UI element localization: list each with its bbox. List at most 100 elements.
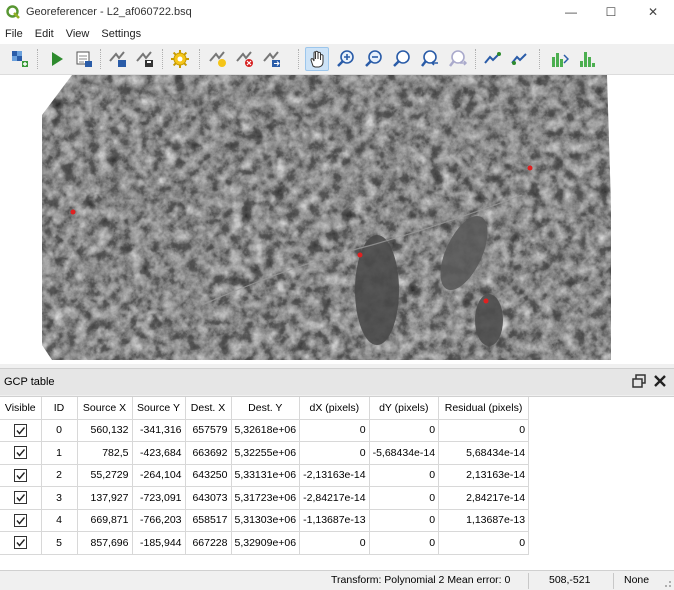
gcp-marker[interactable]: [527, 165, 533, 171]
dest-x-cell[interactable]: 663692: [185, 441, 232, 465]
visible-checkbox[interactable]: [13, 446, 27, 460]
dest-x-cell[interactable]: 657579: [185, 419, 232, 442]
gcp-marker[interactable]: [70, 209, 76, 215]
gcp-marker[interactable]: [357, 252, 363, 258]
dest-y-cell[interactable]: 5,31303e+06: [231, 509, 301, 532]
open-raster-button[interactable]: [8, 47, 32, 71]
visible-checkbox[interactable]: [13, 513, 27, 527]
dx-cell[interactable]: 0: [299, 419, 370, 442]
menu-settings[interactable]: Settings: [101, 28, 141, 40]
close-button[interactable]: ✕: [633, 0, 673, 24]
save-gcp-points-button[interactable]: [133, 47, 157, 71]
residual-cell[interactable]: 1,13687e-13: [438, 509, 530, 532]
dx-cell[interactable]: -2,84217e-14: [299, 486, 370, 510]
table-row[interactable]: 5 857,696 -185,944 667228 5,32909e+06 0 0 0: [0, 531, 530, 555]
id-cell[interactable]: 4: [41, 509, 78, 532]
column-header-source-x[interactable]: Source X: [77, 397, 133, 420]
move-gcp-point-button[interactable]: [260, 47, 284, 71]
dest-x-cell[interactable]: 667228: [185, 531, 232, 555]
start-georeferencing-button[interactable]: [45, 47, 69, 71]
residual-cell[interactable]: 5,68434e-14: [438, 441, 530, 465]
close-dock-button[interactable]: [651, 372, 669, 390]
table-row[interactable]: 4 669,871 -766,203 658517 5,31303e+06 -1,1368…: [0, 509, 530, 532]
column-header-dy[interactable]: dY (pixels): [369, 397, 440, 420]
source-x-cell[interactable]: 857,696: [77, 531, 133, 555]
residual-cell[interactable]: 2,84217e-14: [438, 486, 530, 510]
dest-y-cell[interactable]: 5,33131e+06: [231, 464, 301, 487]
dy-cell[interactable]: 0: [369, 486, 440, 510]
gcp-marker[interactable]: [483, 298, 489, 304]
source-x-cell[interactable]: 55,2729: [77, 464, 133, 487]
source-x-cell[interactable]: 782,5: [77, 441, 133, 465]
id-cell[interactable]: 0: [41, 419, 78, 442]
visible-checkbox[interactable]: [13, 536, 27, 550]
column-header-residual[interactable]: Residual (pixels): [438, 397, 530, 420]
visible-checkbox[interactable]: [13, 468, 27, 482]
map-canvas[interactable]: [0, 75, 674, 364]
add-point-button[interactable]: [206, 47, 230, 71]
table-row[interactable]: 3 137,927 -723,091 643073 5,31723e+06 -2,8421…: [0, 486, 530, 510]
menu-edit[interactable]: Edit: [35, 28, 54, 40]
dx-cell[interactable]: 0: [299, 441, 370, 465]
zoom-last-button[interactable]: [418, 47, 442, 71]
dx-cell[interactable]: -1,13687e-13: [299, 509, 370, 532]
table-row[interactable]: 1 782,5 -423,684 663692 5,32255e+06 0 -5,68434…: [0, 441, 530, 465]
dy-cell[interactable]: 0: [369, 419, 440, 442]
dx-cell[interactable]: 0: [299, 531, 370, 555]
column-header-id[interactable]: ID: [41, 397, 78, 420]
menu-file[interactable]: File: [5, 28, 23, 40]
link-qgis-button[interactable]: [508, 47, 532, 71]
id-cell[interactable]: 5: [41, 531, 78, 555]
visible-checkbox[interactable]: [13, 423, 27, 437]
dy-cell[interactable]: 0: [369, 464, 440, 487]
column-header-dx[interactable]: dX (pixels): [299, 397, 370, 420]
dest-y-cell[interactable]: 5,32255e+06: [231, 441, 301, 465]
source-y-cell[interactable]: -185,944: [132, 531, 186, 555]
source-y-cell[interactable]: -341,316: [132, 419, 186, 442]
residual-cell[interactable]: 0: [438, 419, 530, 442]
zoom-to-layer-button[interactable]: [390, 47, 414, 71]
local-histogram-stretch-button[interactable]: [575, 47, 599, 71]
source-y-cell[interactable]: -264,104: [132, 464, 186, 487]
dy-cell[interactable]: 0: [369, 531, 440, 555]
dy-cell[interactable]: -5,68434e-14: [369, 441, 440, 465]
residual-cell[interactable]: 2,13163e-14: [438, 464, 530, 487]
source-x-cell[interactable]: 137,927: [77, 486, 133, 510]
zoom-next-button[interactable]: [446, 47, 470, 71]
load-gcp-points-button[interactable]: [106, 47, 130, 71]
transformation-settings-button[interactable]: [168, 47, 192, 71]
column-header-source-y[interactable]: Source Y: [132, 397, 186, 420]
maximize-button[interactable]: ☐: [591, 0, 631, 24]
dest-x-cell[interactable]: 658517: [185, 509, 232, 532]
dest-y-cell[interactable]: 5,32618e+06: [231, 419, 301, 442]
visible-checkbox[interactable]: [13, 491, 27, 505]
dest-y-cell[interactable]: 5,31723e+06: [231, 486, 301, 510]
column-header-visible[interactable]: Visible: [0, 397, 42, 420]
source-y-cell[interactable]: -723,091: [132, 486, 186, 510]
dy-cell[interactable]: 0: [369, 509, 440, 532]
id-cell[interactable]: 1: [41, 441, 78, 465]
id-cell[interactable]: 3: [41, 486, 78, 510]
table-row[interactable]: 0 560,132 -341,316 657579 5,32618e+06 0 0 0: [0, 419, 530, 442]
dest-x-cell[interactable]: 643250: [185, 464, 232, 487]
menu-view[interactable]: View: [66, 28, 90, 40]
resize-grip-icon[interactable]: [661, 577, 672, 588]
full-histogram-stretch-button[interactable]: [547, 47, 571, 71]
source-y-cell[interactable]: -766,203: [132, 509, 186, 532]
link-georeferencer-button[interactable]: [481, 47, 505, 71]
column-header-dest-y[interactable]: Dest. Y: [231, 397, 301, 420]
id-cell[interactable]: 2: [41, 464, 78, 487]
table-row[interactable]: 2 55,2729 -264,104 643250 5,33131e+06 -2,1316…: [0, 464, 530, 487]
generate-gdal-script-button[interactable]: [72, 47, 96, 71]
residual-cell[interactable]: 0: [438, 531, 530, 555]
dest-x-cell[interactable]: 643073: [185, 486, 232, 510]
zoom-out-button[interactable]: [362, 47, 386, 71]
dest-y-cell[interactable]: 5,32909e+06: [231, 531, 301, 555]
float-dock-button[interactable]: [630, 372, 648, 390]
delete-point-button[interactable]: [233, 47, 257, 71]
column-header-dest-x[interactable]: Dest. X: [185, 397, 232, 420]
pan-button[interactable]: [305, 47, 329, 71]
source-x-cell[interactable]: 560,132: [77, 419, 133, 442]
minimize-button[interactable]: —: [551, 0, 591, 24]
dx-cell[interactable]: -2,13163e-14: [299, 464, 370, 487]
